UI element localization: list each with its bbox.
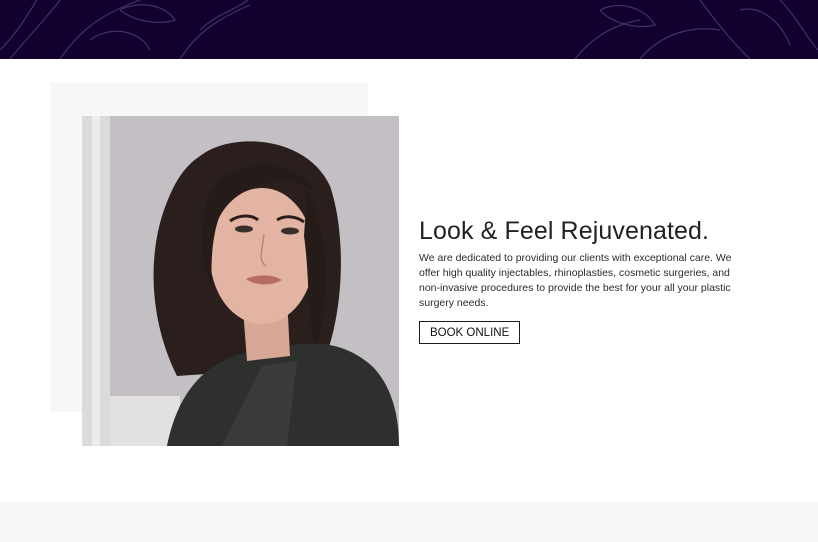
hero-content: Look & Feel Rejuvenated. We are dedicate… xyxy=(419,214,744,344)
hero-description: We are dedicated to providing our client… xyxy=(419,252,732,309)
book-online-button[interactable]: BOOK ONLINE xyxy=(419,321,521,344)
floral-pattern-icon xyxy=(0,0,818,59)
woman-portrait-icon xyxy=(82,116,399,446)
hero-headline: Look & Feel Rejuvenated. xyxy=(419,217,710,245)
top-banner xyxy=(0,0,818,59)
footer-band xyxy=(0,502,818,542)
portrait-photo xyxy=(82,116,399,446)
